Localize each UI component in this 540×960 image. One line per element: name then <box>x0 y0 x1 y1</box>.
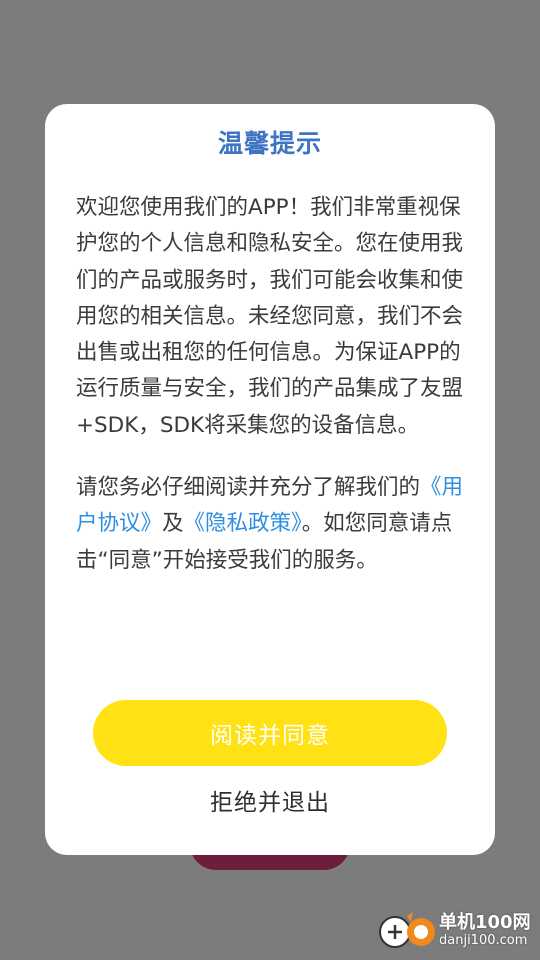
watermark: 单机100网 danji100.com <box>377 906 532 954</box>
refuse-button[interactable]: 拒绝并退出 <box>170 780 370 820</box>
agree-button[interactable]: 阅读并同意 <box>93 700 447 766</box>
dialog-body: 欢迎您使用我们的APP！我们非常重视保护您的个人信息和隐私安全。您在使用我们的产… <box>76 190 471 579</box>
consent-prefix: 请您务必仔细阅读并充分了解我们的 <box>76 475 421 501</box>
watermark-domain: danji100.com <box>439 933 528 948</box>
privacy-dialog: 温馨提示 欢迎您使用我们的APP！我们非常重视保护您的个人信息和隐私安全。您在使… <box>45 104 495 855</box>
consent-paragraph: 请您务必仔细阅读并充分了解我们的《用户协议》及《隐私政策》。如您同意请点击“同意… <box>76 470 471 579</box>
intro-paragraph: 欢迎您使用我们的APP！我们非常重视保护您的个人信息和隐私安全。您在使用我们的产… <box>76 195 464 438</box>
and-text: 及 <box>162 511 184 537</box>
dialog-title: 温馨提示 <box>217 129 322 158</box>
watermark-brand: 单机100网 <box>439 912 531 933</box>
game-controller-logo-icon <box>379 912 435 948</box>
privacy-policy-link[interactable]: 《隐私政策》 <box>184 511 302 536</box>
